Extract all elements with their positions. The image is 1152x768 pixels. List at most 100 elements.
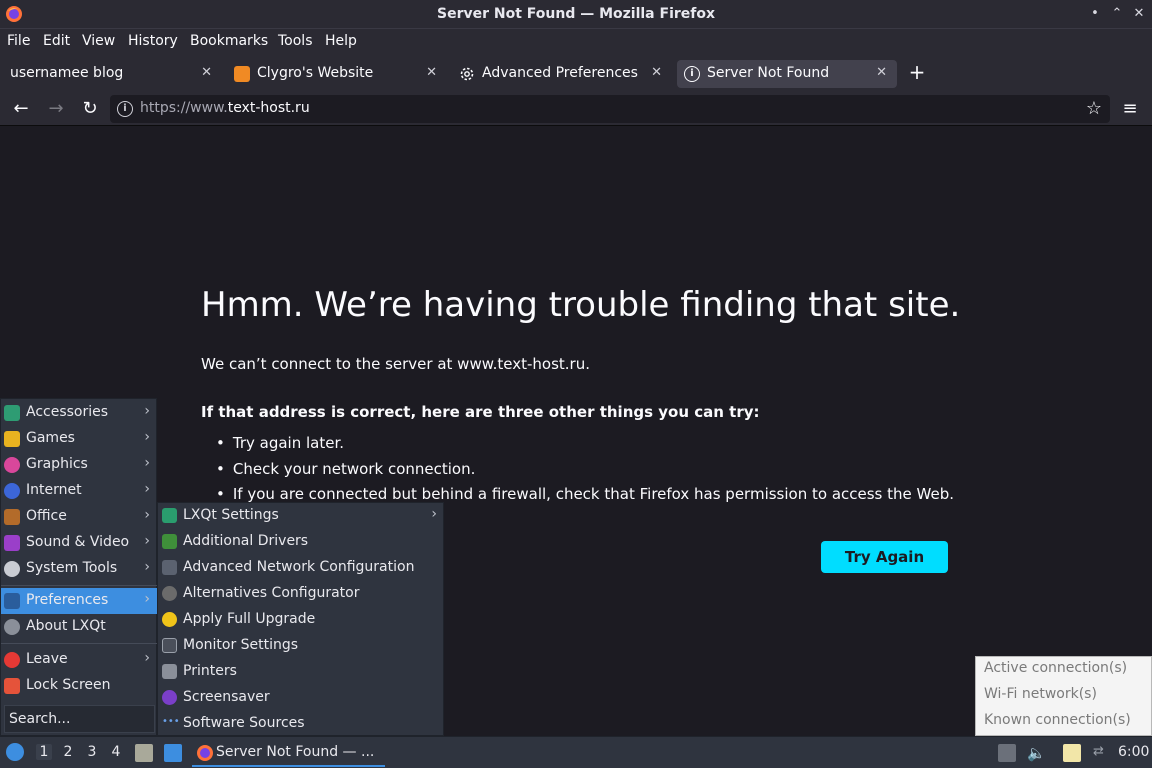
taskbar-firefox-task[interactable]: Server Not Found — ... bbox=[192, 739, 385, 767]
show-desktop-icon[interactable] bbox=[164, 744, 182, 762]
gear-icon bbox=[460, 67, 474, 81]
games-icon bbox=[4, 431, 20, 447]
menu-file[interactable]: File bbox=[7, 33, 30, 49]
tab-label: Clygro's Website bbox=[257, 65, 374, 81]
internet-icon bbox=[4, 483, 20, 499]
menu-item-accessories[interactable]: Accessories › bbox=[1, 400, 158, 426]
error-title: Hmm. We’re having trouble finding that s… bbox=[201, 285, 961, 325]
workspace-3[interactable]: 3 bbox=[84, 744, 100, 760]
volume-icon[interactable]: 🔈 bbox=[1027, 744, 1046, 762]
office-icon bbox=[4, 509, 20, 525]
navigation-bar: ← → ↻ i https://www.text-host.ru ☆ ≡ bbox=[0, 92, 1152, 126]
menu-item-preferences[interactable]: Preferences › bbox=[1, 588, 158, 614]
tab-server-not-found[interactable]: i Server Not Found ✕ bbox=[677, 60, 897, 88]
error-subtitle: If that address is correct, here are thr… bbox=[201, 403, 760, 421]
power-icon bbox=[4, 652, 20, 668]
about-icon bbox=[4, 619, 20, 635]
alternatives-icon bbox=[162, 586, 177, 601]
submenu-item-alternatives-configurator[interactable]: Alternatives Configurator bbox=[158, 581, 445, 607]
menu-item-games[interactable]: Games › bbox=[1, 426, 158, 452]
submenu-item-software-sources[interactable]: ••• Software Sources bbox=[158, 711, 445, 737]
menu-item-leave[interactable]: Leave › bbox=[1, 647, 158, 673]
tab-bar: usernamee blog ✕ Clygro's Website ✕ Adva… bbox=[0, 56, 1152, 92]
tab-close-icon[interactable]: ✕ bbox=[876, 65, 887, 80]
lxqt-settings-icon bbox=[162, 508, 177, 523]
workspace-4[interactable]: 4 bbox=[108, 744, 124, 760]
start-menu: Accessories › Games › Graphics › Internet › … bbox=[0, 398, 158, 736]
maximize-icon[interactable]: ⌃ bbox=[1109, 6, 1125, 21]
menu-bookmarks[interactable]: Bookmarks bbox=[190, 33, 268, 49]
submenu-item-apply-full-upgrade[interactable]: Apply Full Upgrade bbox=[158, 607, 445, 633]
clipboard-icon[interactable] bbox=[1063, 744, 1081, 762]
menu-tools[interactable]: Tools bbox=[278, 33, 313, 49]
workspace-2[interactable]: 2 bbox=[60, 744, 76, 760]
taskbar: 1 2 3 4 Server Not Found — ... 🔈 ⇄ 6:00 bbox=[0, 736, 1152, 768]
software-sources-icon: ••• bbox=[162, 716, 180, 731]
tab-close-icon[interactable]: ✕ bbox=[651, 65, 662, 80]
menu-item-system-tools[interactable]: System Tools › bbox=[1, 556, 158, 582]
menu-item-graphics[interactable]: Graphics › bbox=[1, 452, 158, 478]
preferences-icon bbox=[4, 593, 20, 609]
submenu-item-screensaver[interactable]: Screensaver bbox=[158, 685, 445, 711]
graphics-icon bbox=[4, 457, 20, 473]
screensaver-icon bbox=[162, 690, 177, 705]
menu-search-input[interactable]: Search... bbox=[4, 705, 155, 733]
close-window-icon[interactable]: ✕ bbox=[1131, 6, 1147, 21]
reload-icon[interactable]: ↻ bbox=[79, 98, 101, 120]
error-suggestions: Try again later. Check your network conn… bbox=[216, 434, 954, 511]
menu-item-office[interactable]: Office › bbox=[1, 504, 158, 530]
network-icon bbox=[162, 560, 177, 575]
url-bar[interactable]: i https://www.text-host.ru bbox=[110, 95, 1110, 123]
info-icon: i bbox=[684, 66, 700, 82]
system-tools-icon bbox=[4, 561, 20, 577]
forward-icon[interactable]: → bbox=[45, 98, 67, 120]
firefox-icon bbox=[197, 745, 213, 761]
url-text: https://www.text-host.ru bbox=[140, 100, 310, 116]
accessories-icon bbox=[4, 405, 20, 421]
workspace-1[interactable]: 1 bbox=[36, 744, 52, 760]
minimize-icon[interactable]: • bbox=[1087, 6, 1103, 21]
submenu-item-monitor-settings[interactable]: Monitor Settings bbox=[158, 633, 445, 659]
network-icon[interactable]: ⇄ bbox=[1093, 744, 1111, 762]
try-again-button[interactable]: Try Again bbox=[821, 541, 948, 573]
window-title: Server Not Found — Mozilla Firefox bbox=[436, 6, 716, 22]
site-info-icon[interactable]: i bbox=[117, 101, 133, 117]
menu-item-internet[interactable]: Internet › bbox=[1, 478, 158, 504]
menu-view[interactable]: View bbox=[82, 33, 115, 49]
printer-icon bbox=[162, 664, 177, 679]
menu-history[interactable]: History bbox=[128, 33, 178, 49]
back-icon[interactable]: ← bbox=[10, 98, 32, 120]
submenu-item-lxqt-settings[interactable]: LXQt Settings › bbox=[158, 503, 445, 529]
bookmark-star-icon[interactable]: ☆ bbox=[1083, 98, 1105, 120]
menu-item-about-lxqt[interactable]: About LXQt bbox=[1, 614, 158, 640]
network-wifi-networks[interactable]: Wi-Fi network(s) bbox=[984, 686, 1097, 702]
sound-video-icon bbox=[4, 535, 20, 551]
submenu-item-advanced-network[interactable]: Advanced Network Configuration bbox=[158, 555, 445, 581]
hamburger-menu-icon[interactable]: ≡ bbox=[1119, 98, 1141, 120]
submenu-item-printers[interactable]: Printers bbox=[158, 659, 445, 685]
menu-separator bbox=[1, 643, 158, 644]
menu-item-lock-screen[interactable]: Lock Screen bbox=[1, 673, 158, 699]
start-menu-icon[interactable] bbox=[6, 743, 24, 761]
tab-close-icon[interactable]: ✕ bbox=[426, 65, 437, 80]
tab-close-icon[interactable]: ✕ bbox=[201, 65, 212, 80]
clygro-favicon-icon bbox=[234, 66, 250, 82]
menu-item-sound-video[interactable]: Sound & Video › bbox=[1, 530, 158, 556]
tab-advanced-preferences[interactable]: Advanced Preferences ✕ bbox=[452, 60, 672, 88]
network-active-connections[interactable]: Active connection(s) bbox=[984, 660, 1127, 676]
storage-icon[interactable] bbox=[998, 744, 1016, 762]
lock-icon bbox=[4, 678, 20, 694]
tab-label: usernamee blog bbox=[10, 65, 124, 81]
menubar: File Edit View History Bookmarks Tools H… bbox=[0, 29, 1152, 56]
upgrade-icon bbox=[162, 612, 177, 627]
submenu-item-additional-drivers[interactable]: Additional Drivers bbox=[158, 529, 445, 555]
file-manager-icon[interactable] bbox=[135, 744, 153, 762]
network-known-connections[interactable]: Known connection(s) bbox=[984, 712, 1131, 728]
tab-usernamee-blog[interactable]: usernamee blog ✕ bbox=[2, 60, 222, 88]
tab-clygro-website[interactable]: Clygro's Website ✕ bbox=[227, 60, 447, 88]
menu-help[interactable]: Help bbox=[325, 33, 357, 49]
clock[interactable]: 6:00 bbox=[1118, 744, 1149, 760]
menu-edit[interactable]: Edit bbox=[43, 33, 70, 49]
new-tab-icon[interactable]: + bbox=[906, 60, 928, 84]
error-description: We can’t connect to the server at www.te… bbox=[201, 355, 590, 373]
